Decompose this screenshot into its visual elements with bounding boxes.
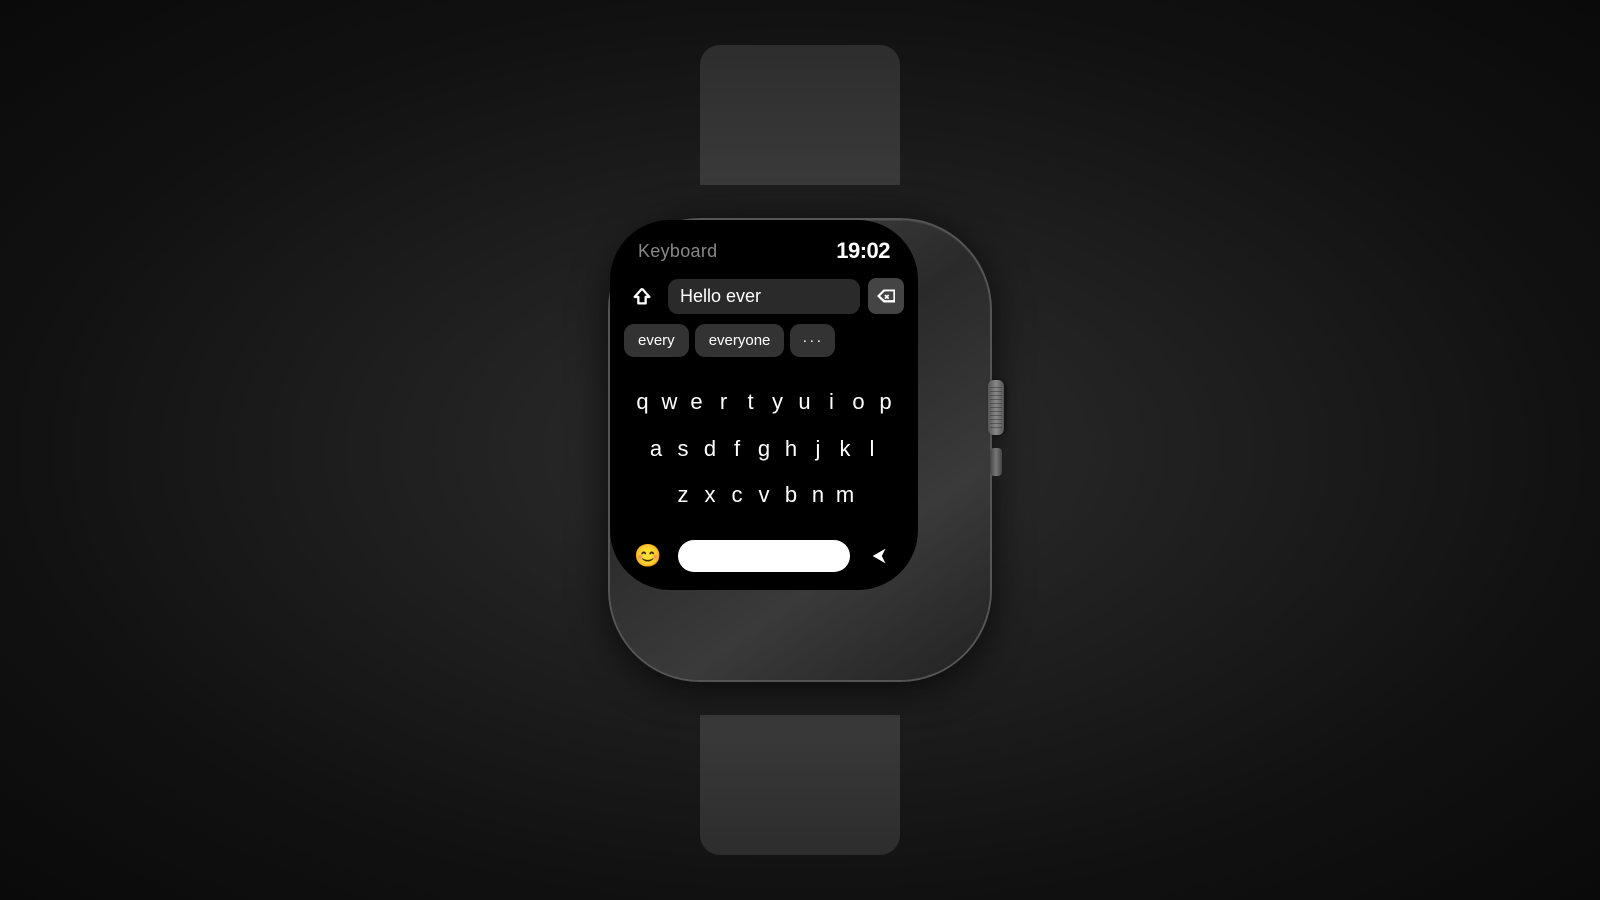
watch-container: Keyboard 19:02 Hello ever [590,160,1010,740]
key-m[interactable]: m [832,482,859,508]
suggestion-every[interactable]: every [624,324,689,357]
shift-button[interactable] [624,278,660,314]
key-h[interactable]: h [778,436,805,462]
delete-button[interactable] [868,278,904,314]
key-s[interactable]: s [670,436,697,462]
key-l[interactable]: l [859,436,886,462]
watch-case: Keyboard 19:02 Hello ever [610,220,990,680]
keyboard-row-2: a s d f g h j k l [620,436,908,462]
keyboard-row-3: z x c v b n m [620,482,908,508]
key-t[interactable]: t [737,389,764,415]
key-j[interactable]: j [805,436,832,462]
key-w[interactable]: w [656,389,683,415]
watch-band-top [700,45,900,185]
send-button[interactable] [862,538,898,574]
input-area: Hello ever [610,274,918,322]
suggestions-bar: every everyone ··· [610,322,918,365]
emoji-button[interactable]: 😊 [630,538,666,574]
text-input-field[interactable]: Hello ever [668,279,860,314]
key-r[interactable]: r [710,389,737,415]
key-e[interactable]: e [683,389,710,415]
watch-screen: Keyboard 19:02 Hello ever [610,220,918,590]
key-a[interactable]: a [643,436,670,462]
key-v[interactable]: v [751,482,778,508]
key-g[interactable]: g [751,436,778,462]
spacebar-button[interactable] [678,540,850,572]
key-b[interactable]: b [778,482,805,508]
key-n[interactable]: n [805,482,832,508]
app-title: Keyboard [638,241,717,262]
key-i[interactable]: i [818,389,845,415]
key-z[interactable]: z [670,482,697,508]
key-f[interactable]: f [724,436,751,462]
key-p[interactable]: p [872,389,899,415]
key-k[interactable]: k [832,436,859,462]
suggestion-everyone[interactable]: everyone [695,324,785,357]
watch-band-bottom [700,715,900,855]
key-c[interactable]: c [724,482,751,508]
key-o[interactable]: o [845,389,872,415]
key-u[interactable]: u [791,389,818,415]
time-display: 19:02 [836,238,890,264]
side-button[interactable] [990,448,1002,476]
key-y[interactable]: y [764,389,791,415]
key-x[interactable]: x [697,482,724,508]
status-bar: Keyboard 19:02 [610,220,918,274]
keyboard-row-1: q w e r t y u i o p [620,389,908,415]
keyboard-area: q w e r t y u i o p a s d f g h [610,365,918,532]
key-d[interactable]: d [697,436,724,462]
bottom-bar: 😊 [610,532,918,590]
digital-crown[interactable] [988,380,1004,435]
key-q[interactable]: q [629,389,656,415]
suggestion-more[interactable]: ··· [790,324,835,357]
